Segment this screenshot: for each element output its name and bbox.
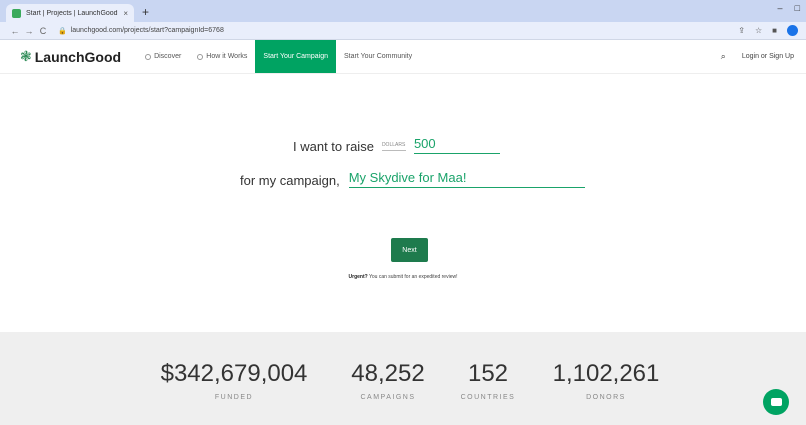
nav-how-it-works[interactable]: How it Works <box>189 40 255 73</box>
logo-text: LaunchGood <box>34 48 122 65</box>
raise-row: I want to raise DOLLARS 500 <box>293 136 500 154</box>
launchgood-logo[interactable]: ❃ LaunchGood <box>20 40 121 73</box>
browser-tab-bar: Start | Projects | LaunchGood × + – □ <box>0 0 806 22</box>
raise-label: I want to raise <box>293 139 374 154</box>
chat-icon <box>770 398 782 406</box>
stat-funded: $342,679,004 FUNDED <box>152 360 316 401</box>
nav-how-it-works-label: How it Works <box>206 53 248 60</box>
back-button[interactable]: ← <box>8 26 22 36</box>
url-text: launchgood.com/projects/start?campaignId… <box>70 27 224 34</box>
campaign-name-input[interactable]: My Skydive for Maa! <box>348 170 585 188</box>
new-tab-button[interactable]: + <box>142 5 149 19</box>
url-field[interactable]: 🔒 launchgood.com/projects/start?campaign… <box>58 27 224 35</box>
profile-avatar[interactable] <box>787 25 798 36</box>
nav-start-your-community[interactable]: Start Your Community <box>336 40 420 73</box>
stat-value: 152 <box>467 360 509 387</box>
close-tab-icon[interactable]: × <box>123 9 128 18</box>
chat-button[interactable] <box>763 389 789 415</box>
reload-button[interactable]: C <box>36 26 50 36</box>
info-icon <box>197 53 204 60</box>
campaign-label: for my campaign, <box>240 173 340 188</box>
share-icon[interactable]: ⇪ <box>738 26 745 35</box>
nav-start-your-campaign[interactable]: Start Your Campaign <box>255 40 337 73</box>
address-bar: ← → C 🔒 launchgood.com/projects/start?ca… <box>0 22 806 40</box>
site-header: ❃ LaunchGood Discover How it Works Start… <box>0 40 806 74</box>
minimize-button[interactable]: – <box>778 3 783 13</box>
header-actions: ⌕ Login or Sign Up <box>721 40 806 73</box>
nav-discover-label: Discover <box>154 53 182 60</box>
extensions-icon[interactable]: ■ <box>772 26 777 35</box>
stat-label: CAMPAIGNS <box>360 394 416 401</box>
stat-value: 1,102,261 <box>552 360 660 387</box>
launchgood-favicon-icon <box>12 8 21 18</box>
browser-tab[interactable]: Start | Projects | LaunchGood × <box>6 4 134 22</box>
urgent-text: You can submit for an expedited review! <box>369 274 458 280</box>
lock-icon: 🔒 <box>58 27 67 35</box>
urgent-note: Urgent? You can submit for an expedited … <box>0 274 806 280</box>
stat-donors: 1,102,261 DONORS <box>544 360 668 401</box>
amount-input[interactable]: 500 <box>413 136 500 154</box>
window-controls: – □ <box>778 3 800 13</box>
stat-countries: 152 COUNTRIES <box>448 360 528 401</box>
campaign-row: for my campaign, My Skydive for Maa! <box>240 170 585 188</box>
maximize-button[interactable]: □ <box>795 3 800 13</box>
tab-title: Start | Projects | LaunchGood <box>26 9 118 17</box>
stat-campaigns: 48,252 CAMPAIGNS <box>340 360 436 401</box>
address-bar-actions: ⇪ ☆ ■ <box>738 25 798 36</box>
logo-mark-icon: ❃ <box>20 48 32 64</box>
currency-select[interactable]: DOLLARS <box>381 142 406 151</box>
stat-label: DONORS <box>586 394 626 401</box>
stats-band: $342,679,004 FUNDED 48,252 CAMPAIGNS 152… <box>0 332 806 425</box>
search-icon[interactable]: ⌕ <box>721 51 726 62</box>
forward-button[interactable]: → <box>22 26 36 36</box>
star-icon[interactable]: ☆ <box>755 26 762 35</box>
login-link[interactable]: Login or Sign Up <box>742 53 794 60</box>
stat-value: 48,252 <box>351 360 425 387</box>
nav-discover[interactable]: Discover <box>137 40 189 73</box>
stat-value: $342,679,004 <box>160 360 308 387</box>
urgent-label: Urgent? <box>348 274 368 280</box>
stat-label: FUNDED <box>214 394 254 401</box>
discover-icon <box>145 53 152 60</box>
next-button[interactable]: Next <box>391 238 428 262</box>
campaign-form: I want to raise DOLLARS 500 for my campa… <box>0 74 806 332</box>
stat-label: COUNTRIES <box>460 394 516 401</box>
